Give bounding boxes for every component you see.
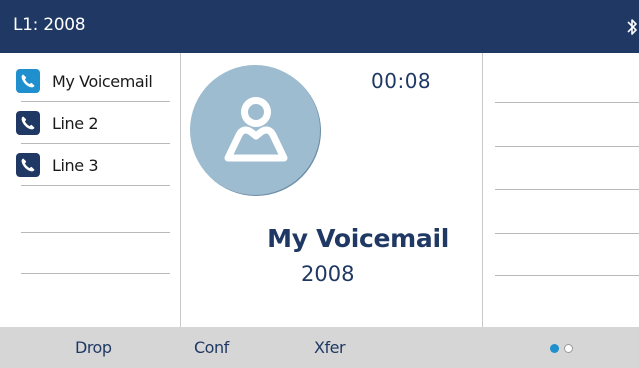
phone-icon bbox=[16, 153, 40, 177]
phone-icon bbox=[16, 69, 40, 93]
right-key-empty[interactable] bbox=[495, 189, 639, 190]
line-key-empty[interactable] bbox=[21, 192, 170, 233]
line-key-label: Line 2 bbox=[52, 114, 99, 133]
call-info-panel: 00:08 My Voicemail 2008 bbox=[181, 53, 482, 327]
call-timer: 00:08 bbox=[371, 69, 432, 93]
active-line-label: L1: 2008 bbox=[13, 15, 86, 35]
call-screen: My Voicemail Line 2 Line 3 00:08 My Voic… bbox=[0, 53, 639, 327]
status-header: L1: 2008 bbox=[0, 0, 639, 53]
conference-softkey[interactable]: Conf bbox=[194, 327, 229, 368]
contact-avatar bbox=[190, 65, 320, 195]
line-key-line-2[interactable]: Line 2 bbox=[16, 103, 170, 144]
line-key-empty[interactable] bbox=[21, 233, 170, 274]
softkey-bar: Drop Conf Xfer bbox=[0, 327, 639, 368]
line-keys-panel: My Voicemail Line 2 Line 3 bbox=[0, 53, 181, 327]
caller-name: My Voicemail bbox=[267, 224, 449, 253]
line-key-label: My Voicemail bbox=[52, 72, 153, 91]
drop-softkey[interactable]: Drop bbox=[75, 327, 112, 368]
right-key-empty[interactable] bbox=[495, 275, 639, 276]
right-key-empty[interactable] bbox=[495, 233, 639, 234]
contact-avatar-icon bbox=[224, 97, 288, 162]
caller-number: 2008 bbox=[301, 262, 355, 286]
page-indicator[interactable] bbox=[550, 344, 590, 354]
page-dot-active bbox=[550, 344, 559, 353]
phone-icon bbox=[16, 111, 40, 135]
transfer-softkey[interactable]: Xfer bbox=[314, 327, 346, 368]
line-key-label: Line 3 bbox=[52, 156, 99, 175]
right-key-empty[interactable] bbox=[495, 102, 639, 103]
page-dot-inactive bbox=[564, 344, 573, 353]
line-key-my-voicemail[interactable]: My Voicemail bbox=[16, 61, 170, 102]
right-keys-panel bbox=[482, 53, 639, 327]
line-key-line-3[interactable]: Line 3 bbox=[16, 145, 170, 186]
right-key-empty[interactable] bbox=[495, 146, 639, 147]
bluetooth-icon bbox=[627, 19, 637, 35]
